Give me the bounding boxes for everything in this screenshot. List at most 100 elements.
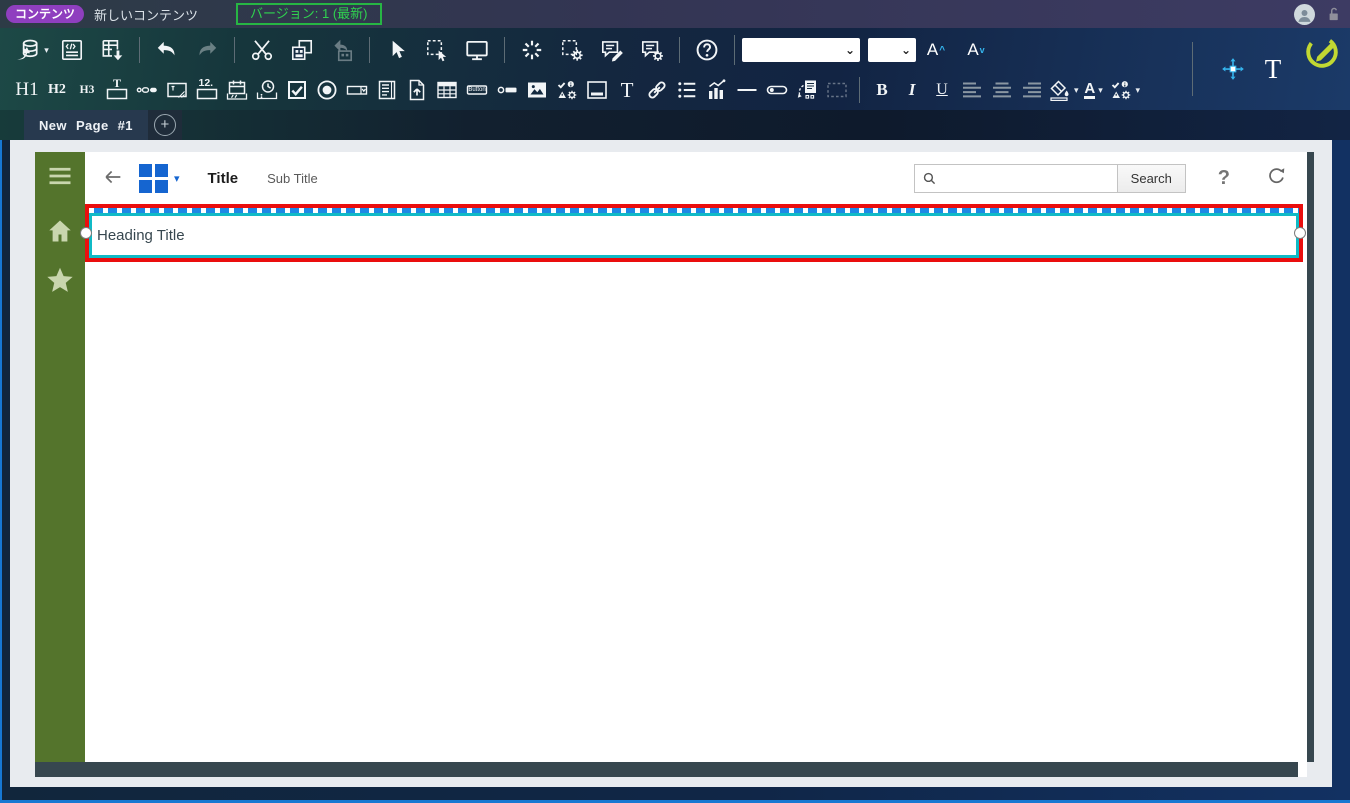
hyperlink-button[interactable] <box>642 74 672 106</box>
decrease-font-button[interactable]: Av <box>956 30 996 70</box>
font-size-select[interactable]: ⌄ <box>868 38 916 62</box>
area-settings-button[interactable] <box>552 30 592 70</box>
paste-button <box>322 30 362 70</box>
main-toolbar: ▾ ⌄ ⌄ A ^ Av H1 H2 H3 T 12. Button T B I… <box>0 28 1350 110</box>
symbols-icon <box>555 78 579 102</box>
preview-monitor-button[interactable] <box>457 30 497 70</box>
version-badge[interactable]: バージョン: 1 (最新) <box>236 3 382 25</box>
chevron-down-icon: ⌄ <box>900 43 911 57</box>
list-box-button[interactable] <box>372 74 402 106</box>
menu-button[interactable] <box>45 162 75 190</box>
capsule-button[interactable] <box>762 74 792 106</box>
data-source-button[interactable]: ▾ <box>12 30 52 70</box>
design-workspace: ▾ Title Sub Title Search ? Heading Title <box>10 140 1332 787</box>
file-upload-button[interactable] <box>402 74 432 106</box>
symbols-button[interactable] <box>552 74 582 106</box>
checkbox-button[interactable] <box>282 74 312 106</box>
search-input[interactable] <box>943 164 1117 192</box>
align-right-button[interactable] <box>1017 74 1047 106</box>
combo-box-icon <box>345 78 369 102</box>
export-table-button[interactable] <box>92 30 132 70</box>
text-input-button[interactable]: T <box>102 74 132 106</box>
resize-handle-right[interactable] <box>1294 227 1306 239</box>
data-binding-button[interactable] <box>792 74 822 106</box>
radio-button-button[interactable] <box>312 74 342 106</box>
font-color-button[interactable]: A ▾ <box>1079 74 1109 106</box>
refresh-button[interactable] <box>1266 166 1287 190</box>
track-bar-button[interactable] <box>132 74 162 106</box>
bold-button[interactable]: B <box>867 74 897 106</box>
static-text-button[interactable]: T <box>612 74 642 106</box>
undo-button[interactable] <box>147 30 187 70</box>
heading-cell[interactable]: Heading Title <box>89 213 1299 258</box>
align-center-button[interactable] <box>987 74 1017 106</box>
help-button[interactable] <box>687 30 727 70</box>
text-area-icon <box>165 78 189 102</box>
number-input-button[interactable]: 12. <box>192 74 222 106</box>
combo-box-button[interactable] <box>342 74 372 106</box>
pointer-button[interactable] <box>377 30 417 70</box>
horizontal-scrollbar[interactable] <box>35 762 1298 777</box>
underline-button[interactable]: U <box>927 74 957 106</box>
highlight-button[interactable] <box>512 30 552 70</box>
align-left-button[interactable] <box>957 74 987 106</box>
user-avatar[interactable] <box>1294 3 1315 25</box>
text-area-button[interactable] <box>162 74 192 106</box>
page-help-button[interactable]: ? <box>1212 166 1236 191</box>
symbol-insert-button[interactable]: ▾ <box>1109 74 1140 106</box>
page-title: Title <box>207 169 239 187</box>
list-button[interactable] <box>672 74 702 106</box>
select-area-icon <box>424 37 450 63</box>
toolbar-separator <box>859 77 860 103</box>
vertical-scrollbar[interactable] <box>1307 152 1314 762</box>
unlock-icon[interactable] <box>1325 6 1342 23</box>
toolbar-separator <box>369 37 370 63</box>
text-tool-button[interactable]: T <box>1253 46 1293 92</box>
separator-line-button[interactable] <box>732 74 762 106</box>
selected-heading-cell[interactable]: Heading Title <box>80 204 1306 262</box>
heading-1-button[interactable]: H1 <box>12 74 42 106</box>
back-arrow-icon <box>102 166 124 188</box>
cut-button[interactable] <box>242 30 282 70</box>
toolbar-right-panel: T <box>1192 28 1350 110</box>
heading-2-button[interactable]: H2 <box>42 74 72 106</box>
back-button[interactable] <box>101 166 125 190</box>
comment-settings-icon <box>639 37 665 63</box>
image-button[interactable] <box>522 74 552 106</box>
resize-handle-left[interactable] <box>80 227 92 239</box>
heading-3-button[interactable]: H3 <box>72 74 102 106</box>
move-tool-button[interactable] <box>1213 46 1253 92</box>
search-button[interactable]: Search <box>1117 163 1186 193</box>
chart-button[interactable] <box>702 74 732 106</box>
favorites-button[interactable] <box>44 264 76 296</box>
add-page-button[interactable]: + <box>147 110 182 140</box>
comment-edit-button[interactable] <box>592 30 632 70</box>
fill-color-button[interactable]: ▾ <box>1047 74 1079 106</box>
font-family-select[interactable]: ⌄ <box>742 38 860 62</box>
date-picker-button[interactable] <box>222 74 252 106</box>
table-button[interactable] <box>432 74 462 106</box>
file-upload-icon <box>405 78 429 102</box>
pointer-icon <box>384 37 410 63</box>
list-icon <box>675 78 699 102</box>
align-center-icon <box>990 78 1014 102</box>
time-picker-button[interactable] <box>252 74 282 106</box>
italic-button[interactable]: I <box>897 74 927 106</box>
view-switcher-button[interactable]: ▾ <box>139 163 180 193</box>
comment-settings-button[interactable] <box>632 30 672 70</box>
decrease-font-label: A <box>967 40 979 59</box>
home-button[interactable] <box>45 216 75 246</box>
copy-button[interactable] <box>282 30 322 70</box>
toolbar-rows: ▾ ⌄ ⌄ A ^ Av H1 H2 H3 T 12. Button T B I… <box>0 28 1192 110</box>
hyperlink-icon <box>645 78 669 102</box>
button-control-button[interactable]: Button <box>462 74 492 106</box>
content-badge[interactable]: コンテンツ <box>6 5 85 23</box>
container-button[interactable] <box>582 74 612 106</box>
tab-new-page-1[interactable]: New Page #1 <box>24 110 148 140</box>
track-bar-icon <box>135 78 159 102</box>
increase-font-button[interactable]: A ^ <box>916 30 956 70</box>
toggle-button[interactable] <box>492 74 522 106</box>
select-area-button[interactable] <box>417 30 457 70</box>
code-view-button[interactable] <box>52 30 92 70</box>
edit-mode-button[interactable] <box>1304 34 1340 70</box>
